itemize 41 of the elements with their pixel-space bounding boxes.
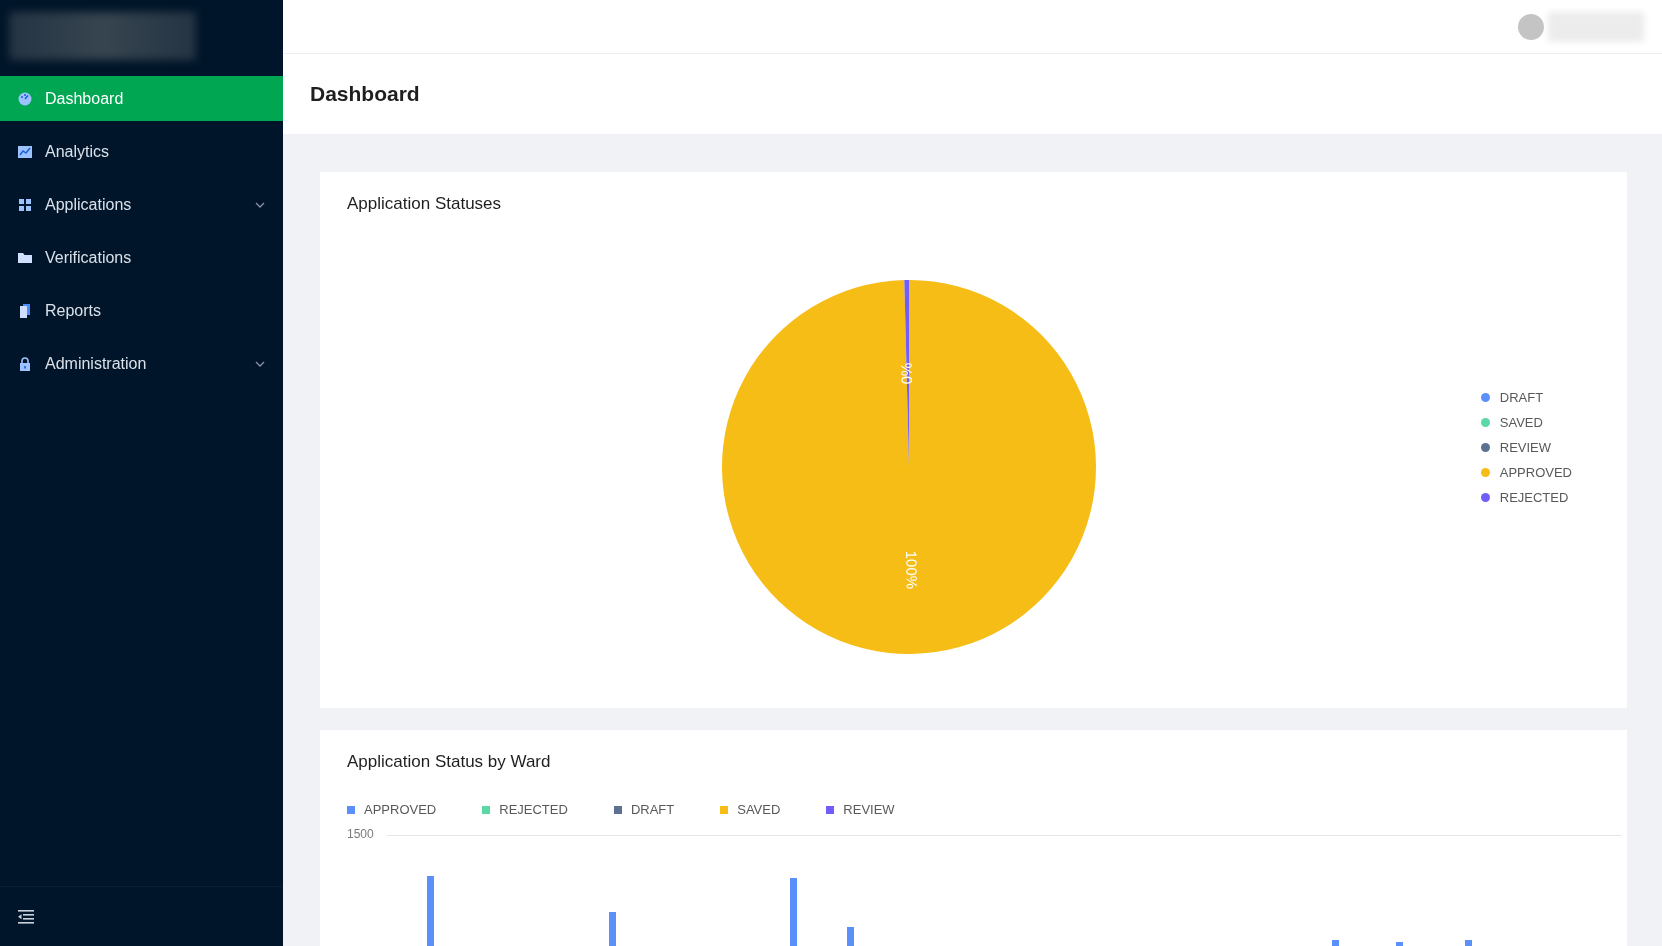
slice-label: 100% xyxy=(903,550,921,590)
grid-icon xyxy=(18,197,32,212)
legend-label[interactable]: SAVED xyxy=(737,802,781,817)
sidebar-item[interactable]: Verifications xyxy=(0,235,283,280)
slice-label: 0% xyxy=(897,362,915,385)
legend-label[interactable]: SAVED xyxy=(1499,415,1543,430)
legend-label[interactable]: REVIEW xyxy=(843,802,895,817)
sidebar-item-label: Applications xyxy=(45,195,133,214)
sidebar-item-label: Administration xyxy=(45,354,148,373)
line-chart-icon xyxy=(18,144,32,159)
bar xyxy=(427,876,434,946)
legend-label[interactable]: APPROVED xyxy=(364,802,437,817)
folder-icon xyxy=(18,250,32,265)
bar xyxy=(847,927,854,946)
bar xyxy=(609,912,616,946)
gauge-icon xyxy=(18,91,32,106)
legend-label[interactable]: APPROVED xyxy=(1499,465,1572,480)
bar xyxy=(1396,942,1403,946)
page-title: Dashboard xyxy=(310,82,420,106)
legend-label[interactable]: DRAFT xyxy=(1499,390,1544,405)
bar xyxy=(790,878,797,946)
sidebar-item-label: Analytics xyxy=(45,142,111,161)
sidebar-item-label: Verifications xyxy=(45,248,133,267)
bar xyxy=(1332,940,1339,946)
legend-label[interactable]: REJECTED xyxy=(499,802,568,817)
sidebar-item-label: Reports xyxy=(45,301,103,320)
legend-label[interactable]: REJECTED xyxy=(1499,490,1569,505)
axis-tick-label: 1500 xyxy=(347,827,374,841)
lock-icon xyxy=(18,356,32,371)
pages-icon xyxy=(18,303,32,318)
sidebar-item[interactable]: Applications xyxy=(0,182,283,227)
legend-label[interactable]: DRAFT xyxy=(630,802,675,817)
collapse-menu-icon[interactable] xyxy=(18,909,34,924)
sidebar-item[interactable]: Analytics xyxy=(0,129,283,174)
bar xyxy=(1465,940,1472,946)
sidebar-item[interactable]: Administration xyxy=(0,341,283,386)
sidebar-item-label: Dashboard xyxy=(45,89,125,108)
legend-label[interactable]: REVIEW xyxy=(1499,440,1552,455)
sidebar-item[interactable]: Reports xyxy=(0,288,283,333)
card-title: Application Status by Ward xyxy=(347,752,552,772)
card-title: Application Statuses xyxy=(347,194,503,214)
